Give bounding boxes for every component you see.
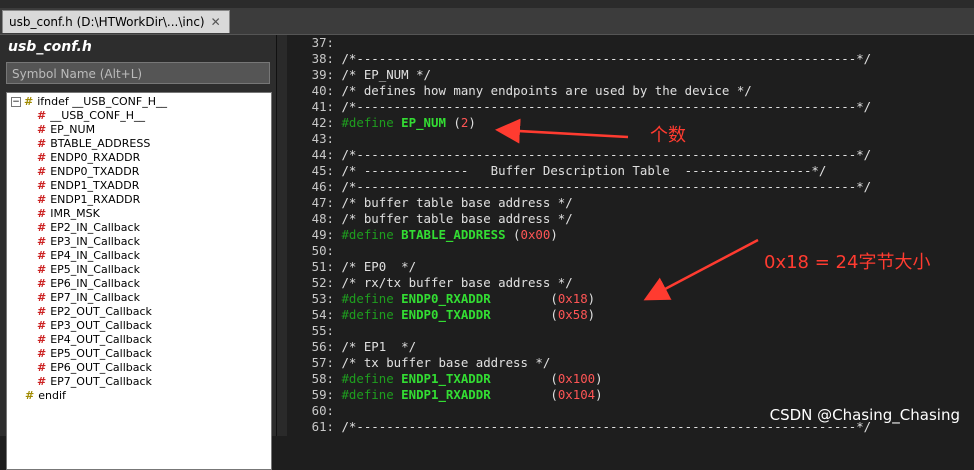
annotation-arrows — [495, 118, 759, 301]
annotation-count: 个数 — [650, 125, 686, 146]
watermark: CSDN @Chasing_Chasing — [769, 406, 960, 424]
arrow-to-ep-num — [495, 118, 629, 144]
annotation-size: 0x18 = 24字节大小 — [764, 252, 931, 273]
arrow-to-endp0-rxaddr — [643, 238, 759, 301]
